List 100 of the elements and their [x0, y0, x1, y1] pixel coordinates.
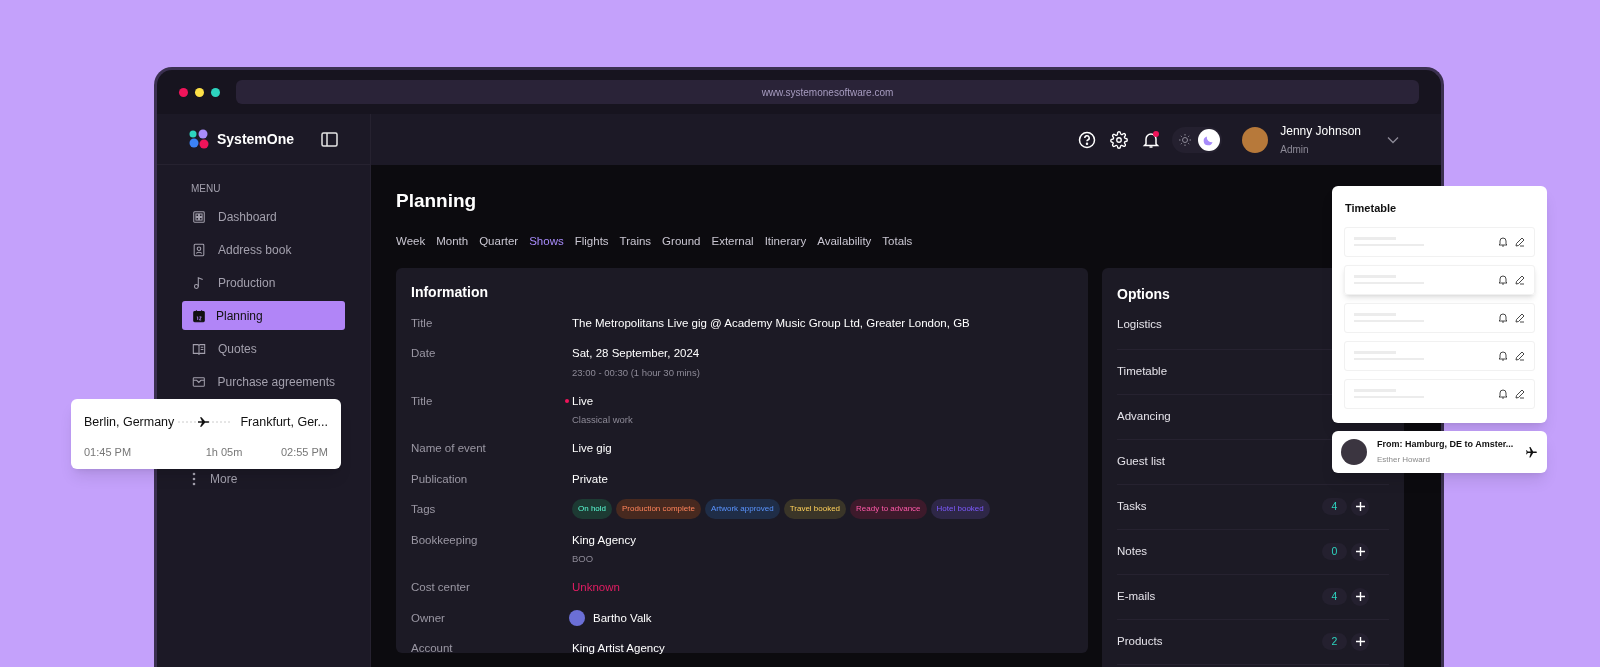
bell-icon[interactable]	[1498, 274, 1508, 285]
notification-sender: Esther Howard	[1377, 453, 1431, 466]
pencil-icon[interactable]	[1515, 312, 1525, 323]
field-label: Cost center	[411, 580, 471, 596]
card-title: Information	[411, 282, 489, 302]
arrival-time: 02:55 PM	[280, 444, 328, 460]
more-menu-item[interactable]: More	[210, 470, 238, 488]
contact-card-icon	[192, 242, 206, 257]
count-badge: 2	[1322, 633, 1347, 650]
chevron-down-icon[interactable]	[1387, 135, 1399, 144]
plus-icon	[1355, 502, 1365, 511]
field-value: Live gig	[572, 441, 612, 457]
count-badge: 4	[1322, 498, 1347, 515]
envelope-icon	[192, 374, 206, 389]
option-label[interactable]: E-mails	[1117, 587, 1156, 606]
bell-icon[interactable]	[1498, 388, 1508, 399]
pencil-icon[interactable]	[1515, 274, 1525, 285]
sidebar-item[interactable]: Purchase agreements	[182, 367, 345, 396]
bell-icon[interactable]	[1498, 350, 1508, 361]
tab[interactable]: Totals	[882, 232, 913, 251]
page-title: Planning	[396, 189, 477, 213]
field-label: Account	[411, 640, 454, 656]
add-button[interactable]	[1351, 587, 1369, 606]
option-label[interactable]: Timetable	[1117, 362, 1168, 381]
option-label[interactable]: Logistics	[1117, 315, 1162, 334]
bell-icon[interactable]	[1498, 312, 1508, 323]
tab[interactable]: Ground	[662, 232, 701, 251]
tab[interactable]: Trains	[619, 232, 652, 251]
notification-card[interactable]: From: Hamburg, DE to Amster... Esther Howard	[1332, 431, 1547, 473]
field-label: Owner	[411, 610, 446, 626]
field-value: Bartho Valk	[593, 610, 652, 626]
add-button[interactable]	[1351, 497, 1369, 516]
tab[interactable]: Itinerary	[764, 232, 807, 251]
flight-route-drawing	[178, 416, 231, 429]
more-icon[interactable]	[192, 472, 196, 486]
tag: Production complete	[616, 498, 701, 519]
theme-toggle[interactable]	[1172, 126, 1223, 153]
sender-avatar	[1341, 439, 1367, 465]
tag: On hold	[572, 498, 613, 519]
field-label: Bookkeeping	[411, 532, 479, 548]
plus-icon	[1355, 592, 1365, 601]
field-value: Unknown	[572, 580, 620, 596]
field-value: King Agency	[572, 532, 636, 548]
sidebar-item[interactable]: Address book	[182, 235, 345, 264]
url-bar[interactable]: www.systemonesoftware.com	[236, 80, 1419, 104]
airplane-icon	[1525, 445, 1538, 459]
user-name: Jenny Johnson	[1280, 123, 1361, 140]
user-role: Admin	[1280, 143, 1310, 157]
field-label: Date	[411, 346, 437, 362]
field-value: Private	[572, 471, 608, 487]
field-label: Title	[411, 316, 434, 331]
book-icon	[192, 341, 206, 356]
tab[interactable]: Shows	[529, 232, 564, 251]
card-title: Options	[1117, 284, 1171, 304]
add-button[interactable]	[1351, 542, 1369, 561]
sidebar-item[interactable]: Dashboard	[182, 202, 345, 231]
field-subtext: BOO	[572, 552, 595, 566]
settings-icon[interactable]	[1110, 130, 1129, 149]
field-value: King Artist Agency	[572, 640, 665, 656]
tag: Travel booked	[783, 498, 847, 519]
pencil-icon[interactable]	[1515, 236, 1525, 247]
bell-icon[interactable]	[1498, 236, 1508, 247]
help-icon[interactable]	[1078, 130, 1097, 149]
departure-time: 01:45 PM	[84, 444, 132, 460]
field-label: Title	[411, 393, 434, 409]
field-value: The Metropolitans Live gig @ Academy Music Group Ltd, Greater London, GB	[572, 316, 970, 331]
option-label[interactable]: Advancing	[1117, 407, 1171, 426]
tag: Artwork approved	[704, 498, 780, 519]
pencil-icon[interactable]	[1515, 350, 1525, 361]
tab[interactable]: External	[711, 232, 754, 251]
sidebar-toggle-icon[interactable]	[321, 131, 338, 147]
tab[interactable]: Month	[436, 232, 469, 251]
notifications-icon[interactable]	[1142, 130, 1161, 149]
arrival-city: Frankfurt, Ger...	[240, 414, 328, 431]
tab[interactable]: Flights	[574, 232, 609, 251]
count-badge: 4	[1322, 588, 1347, 605]
logo-icon	[189, 129, 209, 149]
sidebar-item[interactable]: Quotes	[182, 334, 345, 363]
field-label: Name of event	[411, 441, 487, 457]
tab[interactable]: Availability	[817, 232, 872, 251]
option-label[interactable]: Guest list	[1117, 452, 1165, 471]
tab[interactable]: Week	[396, 232, 426, 251]
add-button[interactable]	[1351, 632, 1369, 651]
popup-title: Timetable	[1345, 201, 1398, 216]
music-note-icon	[192, 275, 206, 290]
option-label[interactable]: Notes	[1117, 542, 1148, 561]
tab[interactable]: Quarter	[479, 232, 519, 251]
option-label[interactable]: Tasks	[1117, 497, 1147, 516]
tag: Hotel booked	[930, 498, 990, 519]
pencil-icon[interactable]	[1515, 388, 1525, 399]
flight-duration: 1h 05m	[205, 444, 243, 460]
departure-city: Berlin, Germany	[84, 414, 175, 431]
notification-title: From: Hamburg, DE to Amster...	[1377, 438, 1514, 452]
brand-name: SystemOne	[217, 129, 295, 149]
plus-icon	[1355, 547, 1365, 556]
option-label[interactable]: Products	[1117, 632, 1163, 651]
sidebar-item[interactable]: Production	[182, 268, 345, 297]
menu-heading: MENU	[190, 182, 222, 196]
sidebar-item[interactable]: Planning	[182, 301, 345, 330]
calendar-icon	[192, 308, 206, 323]
